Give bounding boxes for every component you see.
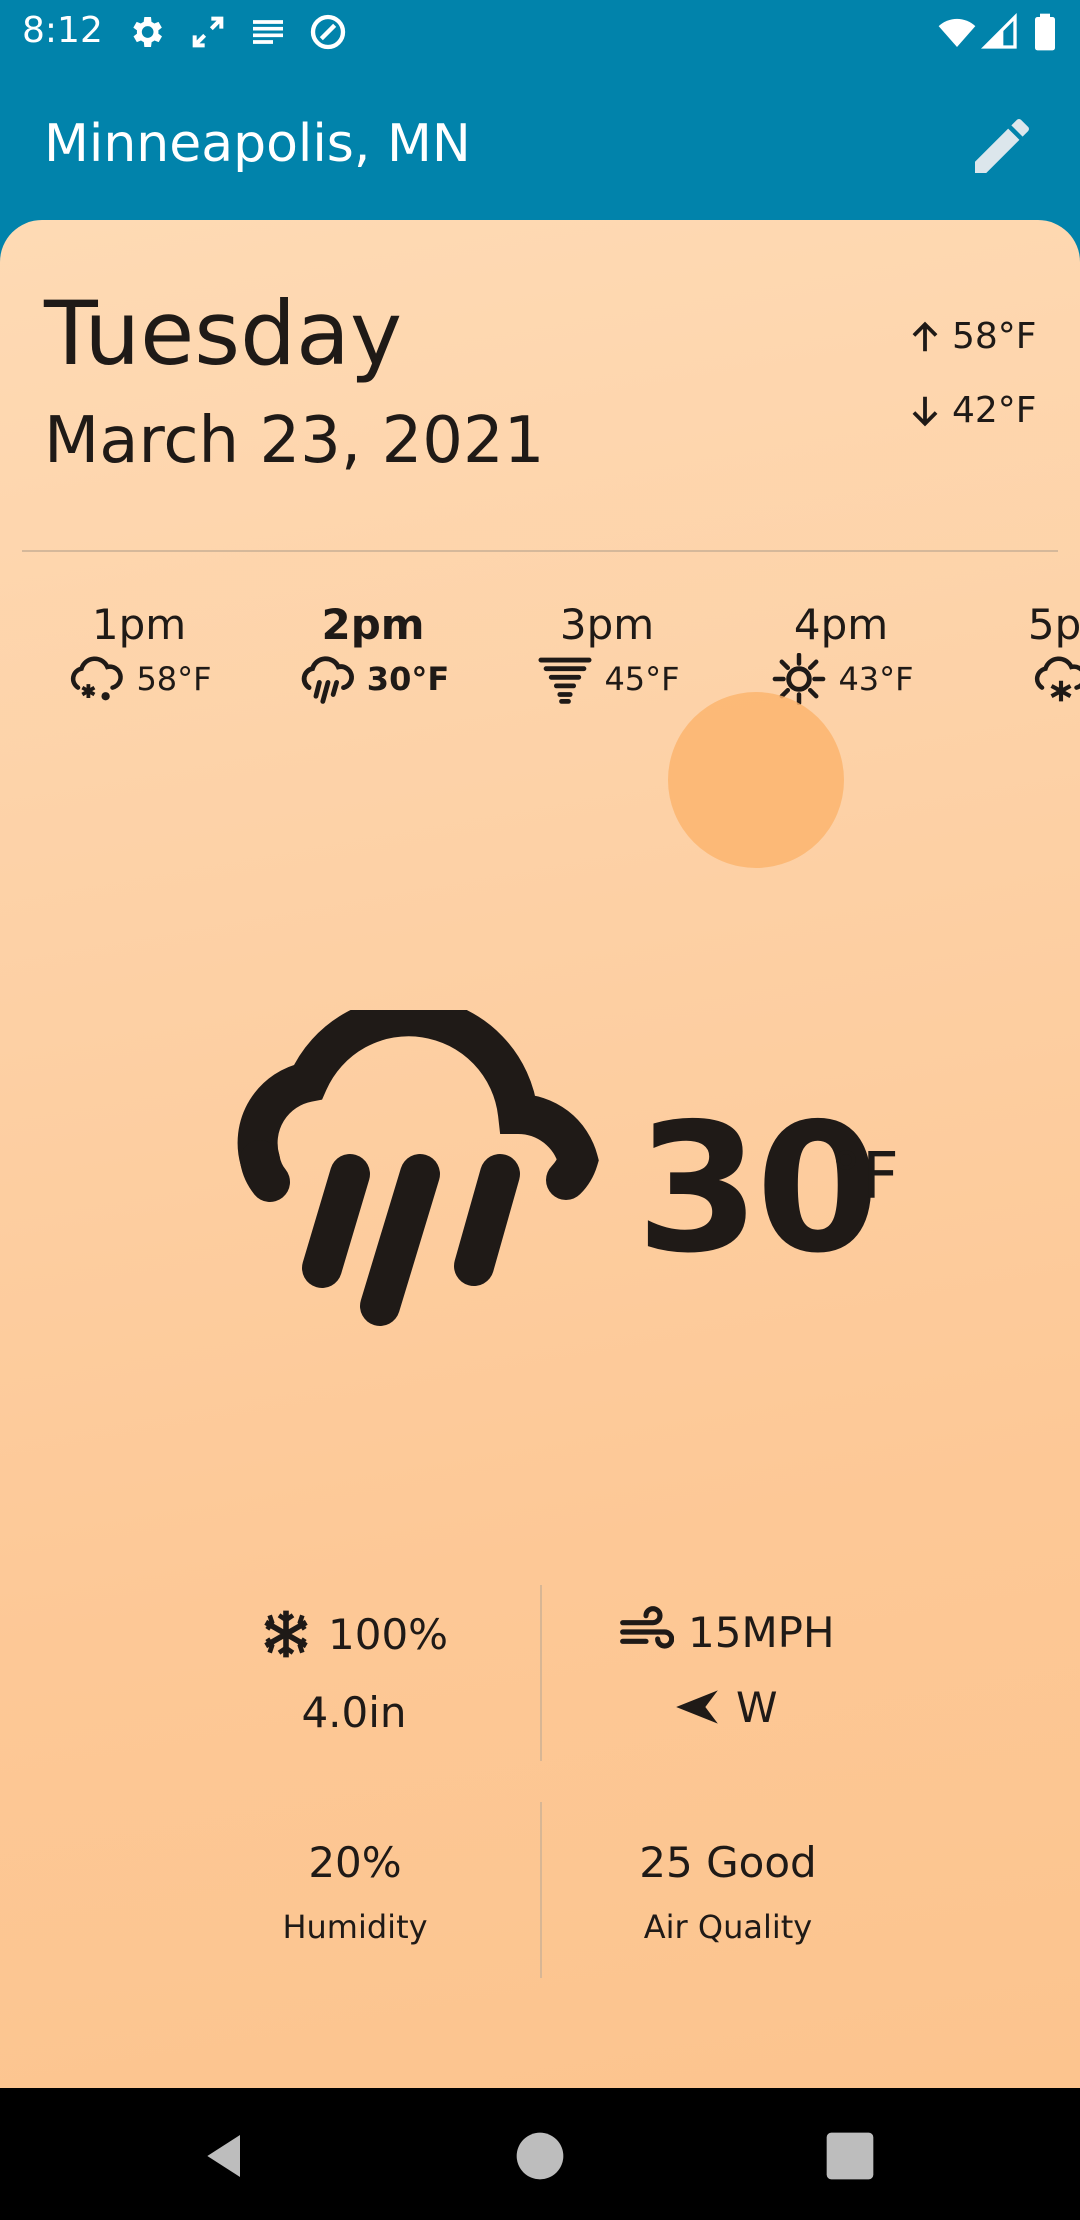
hour-temp: 58°F — [136, 660, 212, 698]
current-temp-unit: °F — [830, 1140, 899, 1214]
wind-icon — [620, 1606, 674, 1649]
wind-direction: W — [736, 1682, 778, 1732]
high-temp: 58°F — [906, 316, 1037, 357]
snow-rain-icon — [71, 656, 124, 701]
wifi-icon — [938, 18, 976, 47]
weather-card: Tuesday March 23, 2021 58°F 42°F 1pm 58°… — [0, 220, 1080, 2088]
hour-time: 1pm — [91, 600, 187, 649]
hour-item-active[interactable]: 2pm 30°F — [258, 600, 488, 705]
hour-item[interactable]: 1pm 58°F — [24, 600, 254, 705]
hour-time: 3pm — [559, 600, 655, 649]
hourly-forecast[interactable]: 1pm 58°F 2pm 30°F 3pm 45°F 4pm 43°F 5p — [0, 600, 1080, 720]
divider — [22, 550, 1058, 552]
hour-temp: 30°F — [366, 660, 450, 698]
day-name: Tuesday — [44, 282, 403, 385]
touch-ripple — [668, 692, 844, 868]
gear-icon — [133, 17, 162, 47]
battery-icon — [1035, 13, 1055, 51]
precip-percent: 100% — [328, 1609, 449, 1659]
stats-divider — [540, 1585, 542, 1761]
arrow-up-icon — [912, 321, 938, 351]
humidity-label: Humidity — [282, 1908, 428, 1946]
wind-speed: 15MPH — [688, 1607, 835, 1657]
recents-icon[interactable] — [822, 2128, 878, 2184]
low-temp-value: 42°F — [952, 390, 1037, 431]
aqi-label: Air Quality — [643, 1908, 813, 1946]
rain-icon — [301, 656, 354, 704]
hour-item[interactable]: 5pm 4 — [960, 600, 1080, 705]
status-bar: 8:12 — [0, 0, 1080, 66]
location-title: Minneapolis, MN — [44, 114, 471, 174]
expand-icon — [192, 16, 224, 48]
arrow-down-icon — [912, 396, 938, 426]
hour-temp: 45°F — [604, 660, 680, 698]
pencil-icon[interactable] — [966, 110, 1038, 182]
hour-item[interactable]: 4pm 43°F — [726, 600, 956, 705]
hour-time: 4pm — [793, 600, 889, 649]
high-temp-value: 58°F — [952, 316, 1037, 357]
precip-amount: 4.0in — [301, 1688, 407, 1737]
notes-icon — [253, 20, 283, 44]
humidity-value: 20% — [308, 1838, 402, 1887]
rain-icon — [237, 1010, 599, 1326]
status-time: 8:12 — [22, 10, 103, 51]
stats-divider — [540, 1802, 542, 1978]
low-temp: 42°F — [906, 390, 1037, 431]
date-text: March 23, 2021 — [44, 404, 545, 478]
snow-icon — [1034, 656, 1080, 702]
hour-item[interactable]: 3pm 45°F — [492, 600, 722, 705]
direction-arrow-icon — [676, 1690, 718, 1724]
signal-icon — [980, 12, 1017, 49]
tornado-icon — [538, 657, 592, 704]
home-icon[interactable] — [512, 2128, 568, 2184]
hour-time: 5pm — [1027, 600, 1080, 649]
app-bar: Minneapolis, MN — [0, 66, 1080, 220]
hour-temp: 43°F — [838, 660, 914, 698]
aqi-value: 25 Good — [639, 1838, 817, 1887]
wind-stat: 15MPH — [618, 1604, 835, 1660]
at-icon — [310, 14, 346, 50]
navigation-bar — [0, 2088, 1080, 2220]
wind-direction-stat: W — [672, 1682, 778, 1732]
precip-stat: 100% — [258, 1606, 448, 1662]
back-icon[interactable] — [198, 2128, 254, 2184]
hour-time: 2pm — [321, 600, 425, 649]
snowflake-icon — [264, 1610, 308, 1658]
